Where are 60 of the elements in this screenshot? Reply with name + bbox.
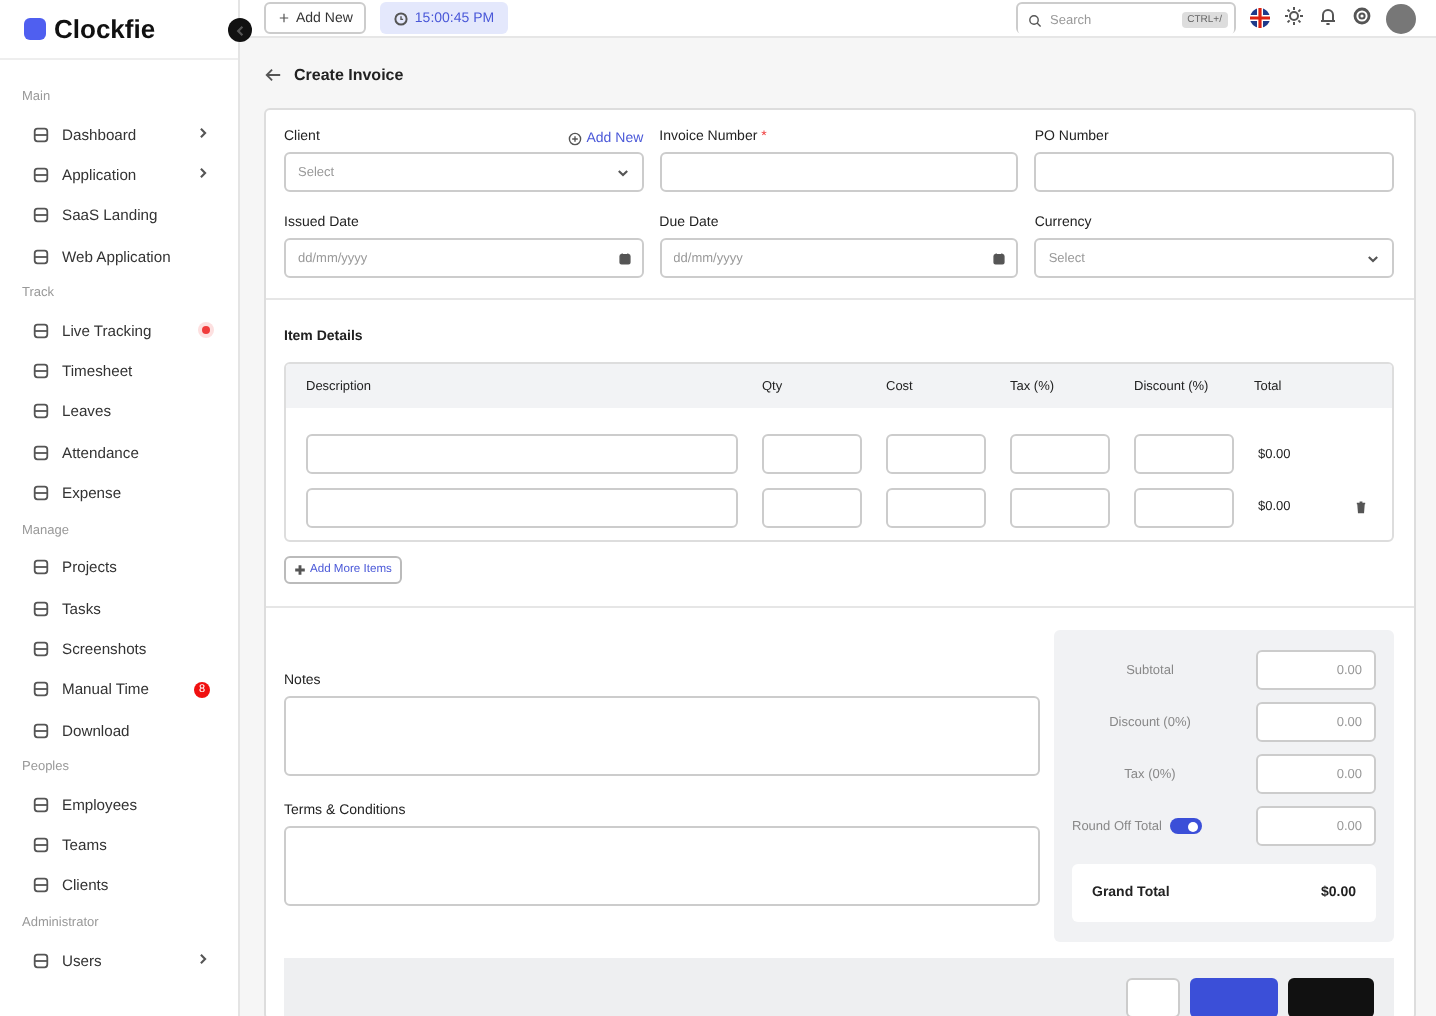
- item-input[interactable]: [1134, 488, 1234, 528]
- chevron-right-icon: [196, 951, 210, 966]
- search-icon: [1028, 13, 1042, 27]
- item-input[interactable]: [762, 488, 862, 528]
- chevron-left-icon: [233, 23, 247, 37]
- menu-item-icon: [32, 558, 50, 577]
- menu-item-icon: [32, 247, 50, 266]
- notes-field[interactable]: [284, 696, 1040, 776]
- menu-item-icon: [32, 206, 50, 225]
- chevron-down-icon: [1366, 251, 1380, 265]
- clock-icon: [394, 11, 409, 25]
- item-input[interactable]: [886, 488, 986, 528]
- back-arrow-icon: [264, 65, 282, 83]
- toggle-switch[interactable]: [1169, 818, 1202, 834]
- item-input[interactable]: [306, 488, 738, 528]
- text-field[interactable]: [1034, 152, 1394, 192]
- menu-item-icon: [32, 599, 50, 618]
- logo-icon: [24, 18, 46, 40]
- menu-item-icon: [32, 321, 50, 340]
- plus-icon: [294, 564, 306, 576]
- menu-item-icon: [32, 165, 50, 184]
- chevron-down-icon: [615, 165, 630, 179]
- chevron-right-icon: [196, 125, 210, 140]
- menu-item-icon: [32, 639, 50, 658]
- item-input[interactable]: [762, 434, 862, 474]
- trash-icon: [1354, 499, 1368, 513]
- bell-icon: [1318, 6, 1338, 26]
- avatar[interactable]: [1386, 3, 1416, 33]
- footer-button[interactable]: [1126, 978, 1180, 1016]
- plus-circle-icon: [568, 131, 583, 145]
- terms-field[interactable]: [284, 826, 1040, 906]
- chevron-right-icon: [196, 165, 210, 180]
- brand-name: Clockfie: [54, 14, 156, 44]
- menu-item-icon: [32, 402, 50, 421]
- menu-item-icon: [32, 795, 50, 814]
- sun-icon: [1284, 6, 1304, 26]
- page-title: Create Invoice: [294, 65, 404, 83]
- menu-item-icon: [32, 443, 50, 462]
- menu-item-icon: [32, 680, 50, 699]
- menu-item-icon: [32, 484, 50, 503]
- flag-icon[interactable]: [1250, 8, 1270, 28]
- item-input[interactable]: [886, 434, 986, 474]
- calendar-icon: [992, 251, 1007, 265]
- settings-icon: [1352, 6, 1372, 26]
- footer-button[interactable]: [1288, 978, 1374, 1016]
- footer-button[interactable]: [1190, 978, 1278, 1016]
- item-input[interactable]: [1134, 434, 1234, 474]
- menu-item-icon: [32, 721, 50, 739]
- item-input[interactable]: [1010, 488, 1110, 528]
- plus-icon: [278, 12, 290, 24]
- menu-item-icon: [32, 951, 50, 970]
- text-field[interactable]: [659, 152, 1019, 192]
- menu-item-icon: [32, 125, 50, 144]
- menu-item-icon: [32, 876, 50, 895]
- menu-item-icon: [32, 836, 50, 855]
- collapse-button[interactable]: [228, 18, 252, 42]
- item-input[interactable]: [306, 434, 738, 474]
- item-input[interactable]: [1010, 434, 1110, 474]
- menu-item-icon: [32, 362, 50, 381]
- calendar-icon: [617, 251, 632, 265]
